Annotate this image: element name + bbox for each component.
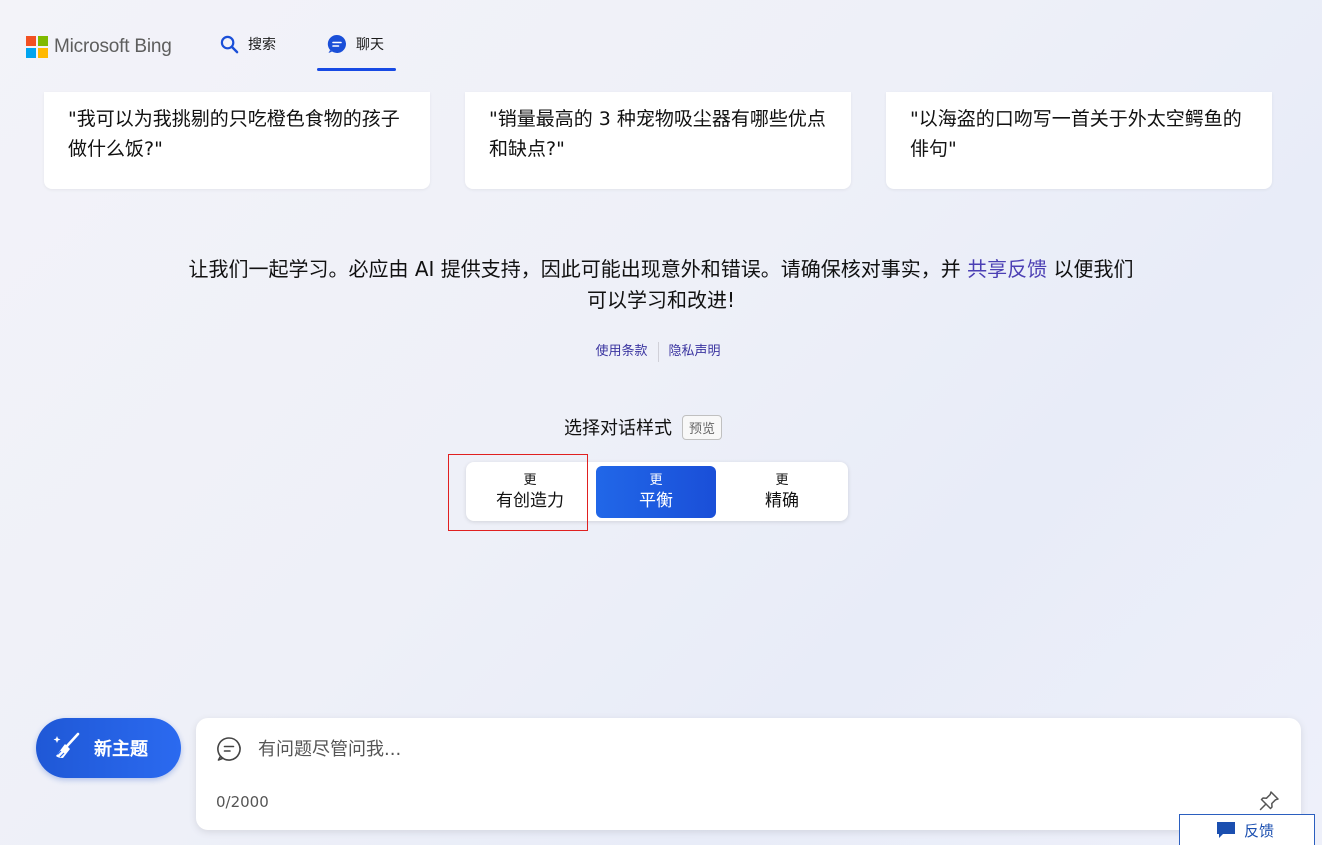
suggestion-card[interactable]: "以海盗的口吻写一首关于外太空鳄鱼的俳句"	[886, 92, 1272, 189]
divider	[657, 341, 659, 362]
disclaimer-text: 让我们一起学习。必应由 AI 提供支持，因此可能出现意外和错误。请确保核对事实，…	[188, 257, 968, 281]
legal-links: 使用条款 隐私声明	[0, 340, 1316, 362]
feedback-button[interactable]: 反馈	[1179, 814, 1315, 845]
broom-icon	[52, 730, 84, 766]
chat-input[interactable]	[256, 733, 1260, 765]
feedback-label: 反馈	[1244, 821, 1275, 840]
tab-chat-label: 聊天	[356, 37, 384, 53]
privacy-statement-link[interactable]: 隐私声明	[669, 344, 721, 359]
char-counter: 0/2000	[216, 793, 269, 811]
microsoft-logo-icon	[26, 36, 48, 58]
tone-balanced-button[interactable]: 更 平衡	[596, 466, 716, 518]
tone-label: 有创造力	[496, 491, 564, 511]
chat-input-box: 0/2000	[196, 718, 1301, 830]
pin-icon[interactable]	[1258, 790, 1280, 816]
tone-prefix: 更	[775, 473, 789, 488]
tab-search[interactable]: 搜索	[220, 34, 276, 54]
search-icon	[220, 35, 239, 54]
top-header: Microsoft Bing 搜索 聊天	[0, 0, 1322, 90]
tone-prefix: 更	[649, 473, 663, 488]
new-topic-label: 新主题	[94, 739, 148, 760]
suggestion-card[interactable]: "销量最高的 3 种宠物吸尘器有哪些优点和缺点?"	[465, 92, 851, 189]
conversation-style-title: 选择对话样式 预览	[564, 414, 723, 440]
ai-disclaimer: 让我们一起学习。必应由 AI 提供支持，因此可能出现意外和错误。请确保核对事实，…	[180, 254, 1142, 316]
tab-chat[interactable]: 聊天	[327, 34, 384, 54]
active-tab-indicator	[317, 68, 396, 71]
tone-creative-button[interactable]: 更 有创造力	[470, 466, 590, 518]
feedback-icon	[1216, 821, 1236, 839]
chat-outline-icon	[216, 736, 242, 766]
bing-logo[interactable]: Microsoft Bing	[26, 36, 172, 58]
tone-precise-button[interactable]: 更 精确	[722, 466, 842, 518]
conversation-style-label: 选择对话样式	[564, 418, 672, 439]
tone-label: 平衡	[639, 491, 673, 511]
share-feedback-link[interactable]: 共享反馈	[967, 257, 1047, 281]
tone-label: 精确	[765, 491, 799, 511]
new-topic-button[interactable]: 新主题	[36, 718, 181, 778]
tone-prefix: 更	[523, 473, 537, 488]
chat-bubble-icon	[327, 34, 347, 54]
preview-badge: 预览	[682, 414, 723, 440]
terms-of-use-link[interactable]: 使用条款	[595, 344, 647, 359]
logo-text: Microsoft Bing	[54, 36, 172, 57]
conversation-style-selector: 更 有创造力 更 平衡 更 精确	[466, 462, 848, 521]
suggestion-card[interactable]: "我可以为我挑剔的只吃橙色食物的孩子做什么饭?"	[44, 92, 430, 189]
tab-search-label: 搜索	[248, 37, 276, 53]
